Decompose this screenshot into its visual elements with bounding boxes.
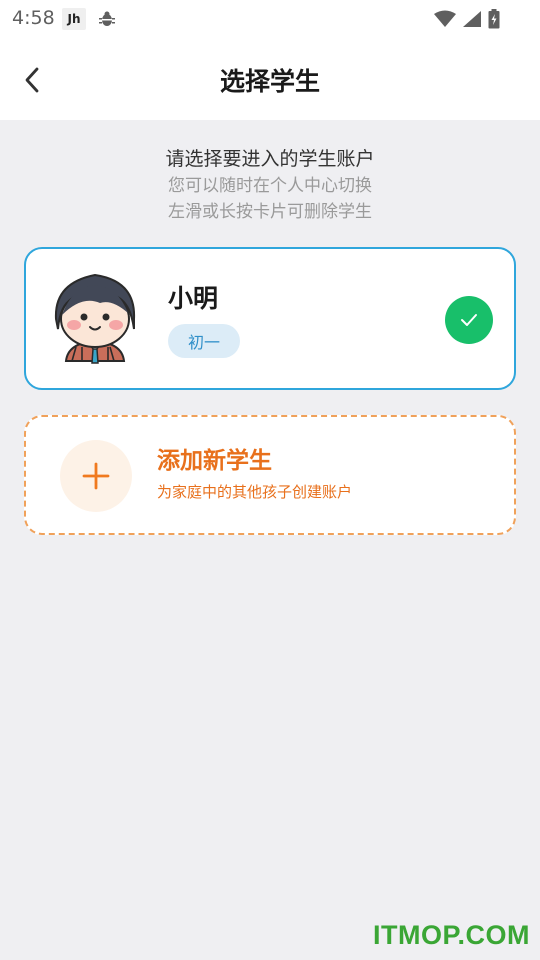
- student-avatar: [52, 269, 138, 369]
- status-time: 4:58: [12, 7, 55, 29]
- status-bar: 4:58 Jh: [0, 0, 540, 40]
- intro-hint-delete: 左滑或长按卡片可删除学生: [168, 202, 372, 222]
- watermark-logo: ITMOP.COM: [372, 920, 530, 950]
- grade-badge: 初一: [168, 324, 240, 358]
- student-name: 小明: [168, 284, 219, 313]
- add-student-button[interactable]: 添加新学生 为家庭中的其他孩子创建账户: [24, 415, 516, 535]
- status-icons: [434, 9, 500, 33]
- selected-check-badge: [445, 296, 493, 344]
- plus-icon: [82, 462, 110, 490]
- signal-icon: [462, 10, 482, 32]
- add-student-subtitle: 为家庭中的其他孩子创建账户: [157, 483, 353, 501]
- add-student-title: 添加新学生: [157, 448, 272, 474]
- page-title: 选择学生: [219, 67, 320, 96]
- battery-icon: [488, 9, 500, 33]
- intro-hint-switch: 您可以随时在个人中心切换: [168, 176, 372, 196]
- app-notification-icon: Jh: [62, 8, 86, 30]
- intro-heading: 请选择要进入的学生账户: [165, 148, 375, 170]
- wifi-icon: [434, 10, 456, 32]
- title-bar: 选择学生: [0, 40, 540, 120]
- debug-bug-icon: [98, 10, 116, 32]
- student-card[interactable]: 小明 初一: [24, 247, 516, 390]
- intro-text: 请选择要进入的学生账户 您可以随时在个人中心切换 左滑或长按卡片可删除学生: [0, 146, 540, 225]
- add-icon-circle: [60, 440, 132, 512]
- check-icon: [461, 314, 477, 326]
